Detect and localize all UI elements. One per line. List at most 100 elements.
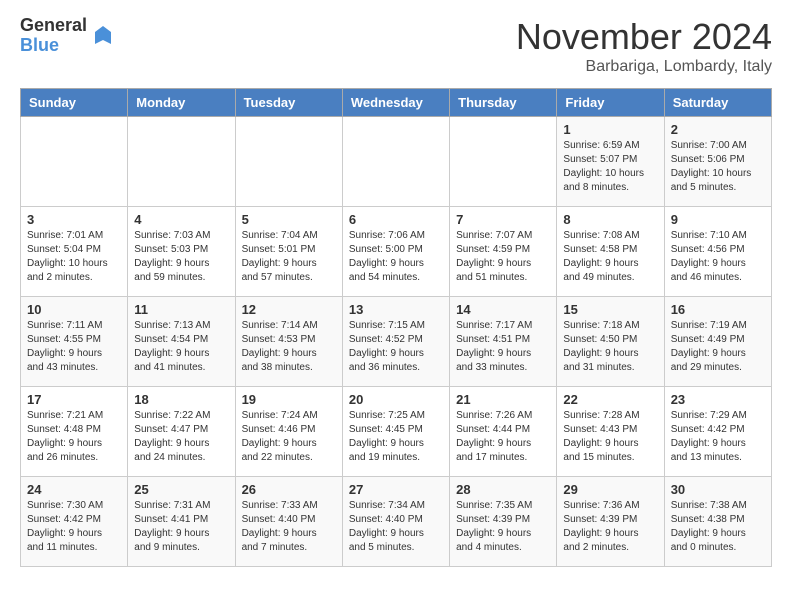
table-row	[342, 117, 449, 207]
table-row: 2 Sunrise: 7:00 AM Sunset: 5:06 PM Daylig…	[664, 117, 771, 207]
table-row: 7Sunrise: 7:07 AM Sunset: 4:59 PM Daylig…	[450, 207, 557, 297]
day-info: Sunrise: 7:10 AM Sunset: 4:56 PM Dayligh…	[671, 229, 765, 285]
day-info: Sunrise: 7:01 AM Sunset: 5:04 PM Dayligh…	[27, 229, 121, 285]
table-row: 20 Sunrise: 7:25 AM Sunset: 4:45 PM Dayli…	[342, 387, 449, 477]
day-info: Sunrise: 7:25 AM Sunset: 4:45 PM Dayligh…	[349, 409, 443, 465]
table-row: 26 Sunrise: 7:33 AM Sunset: 4:40 PM Dayli…	[235, 477, 342, 567]
table-row: 8 Sunrise: 7:08 AM Sunset: 4:58 PM Daylig…	[557, 207, 664, 297]
calendar-week-row: 17 Sunrise: 7:21 AM Sunset: 4:48 PM Dayli…	[21, 387, 772, 477]
day-info: Sunrise: 7:17 AM Sunset: 4:51 PM Dayligh…	[456, 319, 550, 375]
table-row: 27 Sunrise: 7:34 AM Sunset: 4:40 PM Dayli…	[342, 477, 449, 567]
table-row: 28Sunrise: 7:35 AM Sunset: 4:39 PM Dayli…	[450, 477, 557, 567]
header-saturday: Saturday	[664, 89, 771, 117]
day-number: 28	[456, 482, 550, 497]
day-number: 13	[349, 302, 443, 317]
day-info: Sunrise: 7:34 AM Sunset: 4:40 PM Dayligh…	[349, 499, 443, 555]
day-number: 10	[27, 302, 121, 317]
table-row: 12Sunrise: 7:14 AM Sunset: 4:53 PM Dayli…	[235, 297, 342, 387]
table-row: 21Sunrise: 7:26 AM Sunset: 4:44 PM Dayli…	[450, 387, 557, 477]
logo-blue: Blue	[20, 36, 87, 56]
calendar-week-row: 1 Sunrise: 6:59 AM Sunset: 5:07 PM Daylig…	[21, 117, 772, 207]
day-number: 30	[671, 482, 765, 497]
title-block: November 2024 Barbariga, Lombardy, Italy	[516, 16, 772, 76]
table-row: 22Sunrise: 7:28 AM Sunset: 4:43 PM Dayli…	[557, 387, 664, 477]
table-row	[128, 117, 235, 207]
table-row	[450, 117, 557, 207]
day-info: Sunrise: 7:18 AM Sunset: 4:50 PM Dayligh…	[563, 319, 657, 375]
logo-general: General	[20, 16, 87, 36]
table-row: 14 Sunrise: 7:17 AM Sunset: 4:51 PM Dayli…	[450, 297, 557, 387]
day-number: 16	[671, 302, 765, 317]
logo: General Blue	[20, 16, 115, 56]
day-number: 25	[134, 482, 228, 497]
table-row: 29Sunrise: 7:36 AM Sunset: 4:39 PM Dayli…	[557, 477, 664, 567]
table-row: 1 Sunrise: 6:59 AM Sunset: 5:07 PM Daylig…	[557, 117, 664, 207]
day-number: 27	[349, 482, 443, 497]
day-number: 1	[563, 122, 657, 137]
day-info: Sunrise: 7:33 AM Sunset: 4:40 PM Dayligh…	[242, 499, 336, 555]
day-number: 3	[27, 212, 121, 227]
day-number: 20	[349, 392, 443, 407]
day-number: 4	[134, 212, 228, 227]
table-row: 24 Sunrise: 7:30 AM Sunset: 4:42 PM Dayli…	[21, 477, 128, 567]
day-info: Sunrise: 7:21 AM Sunset: 4:48 PM Dayligh…	[27, 409, 121, 465]
table-row: 13 Sunrise: 7:15 AM Sunset: 4:52 PM Dayli…	[342, 297, 449, 387]
table-row: 18 Sunrise: 7:22 AM Sunset: 4:47 PM Dayli…	[128, 387, 235, 477]
day-number: 18	[134, 392, 228, 407]
day-info: Sunrise: 7:19 AM Sunset: 4:49 PM Dayligh…	[671, 319, 765, 375]
table-row: 15 Sunrise: 7:18 AM Sunset: 4:50 PM Dayli…	[557, 297, 664, 387]
table-row: 17 Sunrise: 7:21 AM Sunset: 4:48 PM Dayli…	[21, 387, 128, 477]
day-info: Sunrise: 7:14 AM Sunset: 4:53 PM Dayligh…	[242, 319, 336, 375]
table-row: 3 Sunrise: 7:01 AM Sunset: 5:04 PM Daylig…	[21, 207, 128, 297]
calendar-week-row: 3 Sunrise: 7:01 AM Sunset: 5:04 PM Daylig…	[21, 207, 772, 297]
day-info: Sunrise: 7:28 AM Sunset: 4:43 PM Dayligh…	[563, 409, 657, 465]
day-number: 15	[563, 302, 657, 317]
day-number: 8	[563, 212, 657, 227]
day-info: Sunrise: 7:13 AM Sunset: 4:54 PM Dayligh…	[134, 319, 228, 375]
day-number: 24	[27, 482, 121, 497]
month-title: November 2024	[516, 16, 772, 58]
logo-icon	[91, 24, 115, 48]
header-wednesday: Wednesday	[342, 89, 449, 117]
header-friday: Friday	[557, 89, 664, 117]
logo-text: General Blue	[20, 16, 87, 56]
day-info: Sunrise: 7:00 AM Sunset: 5:06 PM Dayligh…	[671, 139, 765, 195]
calendar-week-row: 24 Sunrise: 7:30 AM Sunset: 4:42 PM Dayli…	[21, 477, 772, 567]
day-info: Sunrise: 7:24 AM Sunset: 4:46 PM Dayligh…	[242, 409, 336, 465]
day-info: Sunrise: 7:29 AM Sunset: 4:42 PM Dayligh…	[671, 409, 765, 465]
table-row: 6Sunrise: 7:06 AM Sunset: 5:00 PM Daylig…	[342, 207, 449, 297]
day-number: 7	[456, 212, 550, 227]
day-number: 29	[563, 482, 657, 497]
day-number: 14	[456, 302, 550, 317]
day-number: 26	[242, 482, 336, 497]
day-info: Sunrise: 7:22 AM Sunset: 4:47 PM Dayligh…	[134, 409, 228, 465]
table-row	[21, 117, 128, 207]
table-row: 4 Sunrise: 7:03 AM Sunset: 5:03 PM Daylig…	[128, 207, 235, 297]
main-container: General Blue November 2024 Barbariga, Lo…	[0, 0, 792, 583]
table-row: 16 Sunrise: 7:19 AM Sunset: 4:49 PM Dayli…	[664, 297, 771, 387]
day-info: Sunrise: 7:31 AM Sunset: 4:41 PM Dayligh…	[134, 499, 228, 555]
day-info: Sunrise: 6:59 AM Sunset: 5:07 PM Dayligh…	[563, 139, 657, 195]
day-info: Sunrise: 7:15 AM Sunset: 4:52 PM Dayligh…	[349, 319, 443, 375]
day-number: 23	[671, 392, 765, 407]
day-info: Sunrise: 7:11 AM Sunset: 4:55 PM Dayligh…	[27, 319, 121, 375]
day-number: 21	[456, 392, 550, 407]
day-number: 9	[671, 212, 765, 227]
calendar-table: Sunday Monday Tuesday Wednesday Thursday…	[20, 88, 772, 567]
day-info: Sunrise: 7:30 AM Sunset: 4:42 PM Dayligh…	[27, 499, 121, 555]
weekday-header-row: Sunday Monday Tuesday Wednesday Thursday…	[21, 89, 772, 117]
header: General Blue November 2024 Barbariga, Lo…	[20, 16, 772, 76]
day-number: 17	[27, 392, 121, 407]
table-row: 23 Sunrise: 7:29 AM Sunset: 4:42 PM Dayli…	[664, 387, 771, 477]
table-row	[235, 117, 342, 207]
location: Barbariga, Lombardy, Italy	[516, 58, 772, 76]
day-number: 2	[671, 122, 765, 137]
day-info: Sunrise: 7:08 AM Sunset: 4:58 PM Dayligh…	[563, 229, 657, 285]
table-row: 10 Sunrise: 7:11 AM Sunset: 4:55 PM Dayli…	[21, 297, 128, 387]
header-monday: Monday	[128, 89, 235, 117]
header-thursday: Thursday	[450, 89, 557, 117]
day-number: 11	[134, 302, 228, 317]
table-row: 19Sunrise: 7:24 AM Sunset: 4:46 PM Dayli…	[235, 387, 342, 477]
day-info: Sunrise: 7:04 AM Sunset: 5:01 PM Dayligh…	[242, 229, 336, 285]
day-info: Sunrise: 7:03 AM Sunset: 5:03 PM Dayligh…	[134, 229, 228, 285]
